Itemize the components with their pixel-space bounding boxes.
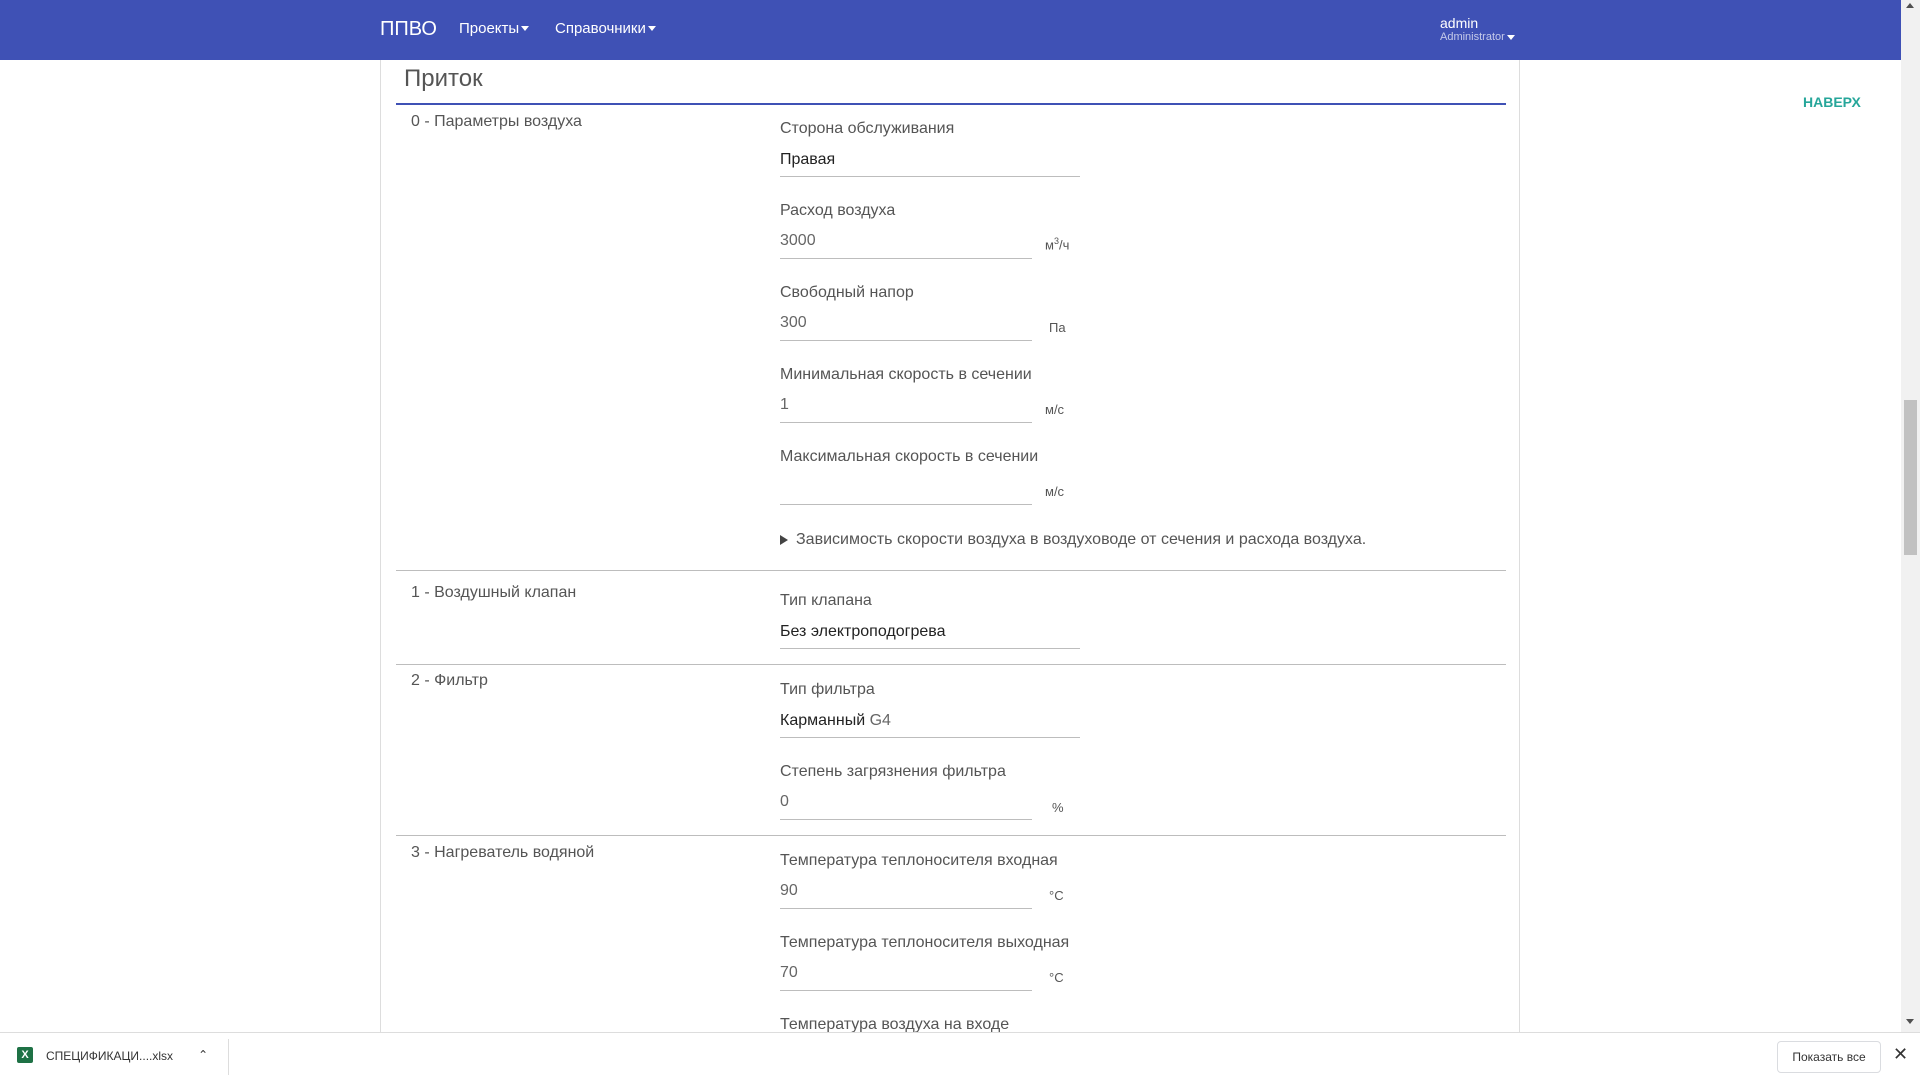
field-label-filter-contamination: Степень загрязнения фильтра — [780, 763, 1006, 780]
user-role-label: Administrator — [1440, 31, 1505, 43]
content-panel: Приток 0 - Параметры воздуха Сторона обс… — [380, 60, 1520, 1032]
brand-link[interactable]: ППВО — [380, 18, 437, 41]
title-underline — [396, 103, 1506, 105]
min-speed-unit: м/с — [1045, 402, 1065, 417]
field-label-air-flow: Расход воздуха — [780, 202, 896, 219]
back-to-top-link[interactable]: НАВЕРХ — [1803, 94, 1861, 110]
chevron-up-icon[interactable]: ⌄ — [198, 1047, 208, 1061]
scroll-down-arrow-icon[interactable] — [1906, 1019, 1914, 1024]
nav-menu-projects[interactable]: Проекты — [459, 20, 530, 37]
nav-menu-projects-label: Проекты — [459, 20, 520, 37]
user-name: admin — [1440, 15, 1479, 31]
scroll-up-arrow-icon[interactable] — [1906, 3, 1914, 8]
speed-dependency-label: Зависимость скорости воздуха в воздухово… — [796, 531, 1367, 548]
free-pressure-input[interactable]: 300 — [780, 310, 1032, 341]
valve-type-select[interactable]: Без электроподогрева — [780, 618, 1080, 649]
field-label-coolant-temp-in: Температура теплоносителя входная — [780, 852, 1058, 869]
coolant-temp-out-input[interactable]: 70 — [780, 960, 1032, 991]
coolant-temp-out-unit: °C — [1049, 970, 1064, 985]
download-bar: X СПЕЦИФИКАЦИ....xlsx ⌄ Показать все ✕ — [0, 1032, 1920, 1080]
triangle-right-icon — [780, 535, 788, 545]
user-menu[interactable]: admin Administrator — [1440, 15, 1515, 43]
top-navbar: ППВО Проекты Справочники admin Administr… — [0, 0, 1901, 60]
section-title: Приток — [404, 65, 483, 92]
field-label-free-pressure: Свободный напор — [780, 284, 914, 301]
group-divider — [396, 835, 1506, 836]
field-label-min-speed: Минимальная скорость в сечении — [780, 366, 1032, 383]
download-file-name[interactable]: СПЕЦИФИКАЦИ....xlsx — [46, 1049, 173, 1063]
unit-base: м — [1045, 237, 1054, 253]
filter-type-select[interactable]: Карманный G4 — [780, 707, 1080, 738]
scroll-thumb[interactable] — [1904, 400, 1917, 555]
air-flow-unit: м3/ч — [1045, 236, 1069, 252]
close-icon[interactable]: ✕ — [1893, 1044, 1908, 1065]
caret-down-icon — [647, 26, 656, 31]
field-label-coolant-temp-out: Температура теплоносителя выходная — [780, 934, 1070, 951]
air-flow-input[interactable]: 3000 — [780, 228, 1032, 259]
filter-contamination-unit: % — [1052, 800, 1064, 815]
unit-tail: /ч — [1058, 237, 1070, 253]
group-divider — [396, 664, 1506, 665]
free-pressure-unit: Па — [1049, 320, 1066, 335]
field-label-valve-type: Тип клапана — [780, 592, 872, 609]
show-all-button[interactable]: Показать все — [1777, 1041, 1881, 1073]
coolant-temp-in-unit: °C — [1049, 888, 1064, 903]
field-label-air-temp-in: Температура воздуха на входе — [780, 1016, 1010, 1032]
group-divider — [396, 570, 1506, 571]
service-side-select[interactable]: Правая — [780, 146, 1080, 177]
max-speed-unit: м/с — [1045, 484, 1065, 499]
speed-dependency-toggle[interactable]: Зависимость скорости воздуха в воздухово… — [780, 531, 1366, 549]
user-role: Administrator — [1440, 31, 1515, 43]
caret-down-icon — [521, 26, 530, 31]
group-label-air-params: 0 - Параметры воздуха — [411, 113, 582, 130]
nav-menu-references-label: Справочники — [555, 20, 646, 37]
coolant-temp-in-input[interactable]: 90 — [780, 878, 1032, 909]
caret-down-icon — [1506, 34, 1515, 40]
field-label-service-side: Сторона обслуживания — [780, 120, 955, 137]
excel-file-icon: X — [17, 1047, 33, 1063]
max-speed-input[interactable] — [780, 474, 1032, 505]
group-label-air-valve: 1 - Воздушный клапан — [411, 584, 577, 601]
group-label-water-heater: 3 - Нагреватель водяной — [411, 844, 595, 861]
page-scrollbar[interactable] — [1901, 0, 1920, 1032]
field-label-max-speed: Максимальная скорость в сечении — [780, 448, 1039, 465]
download-separator — [228, 1039, 229, 1075]
filter-class-value: G4 — [869, 712, 891, 729]
filter-contamination-input[interactable]: 0 — [780, 789, 1032, 820]
nav-menu-references[interactable]: Справочники — [555, 20, 656, 37]
filter-type-value: Карманный — [780, 712, 866, 729]
min-speed-input[interactable]: 1 — [780, 392, 1032, 423]
group-label-filter: 2 - Фильтр — [411, 672, 488, 689]
field-label-filter-type: Тип фильтра — [780, 681, 875, 698]
